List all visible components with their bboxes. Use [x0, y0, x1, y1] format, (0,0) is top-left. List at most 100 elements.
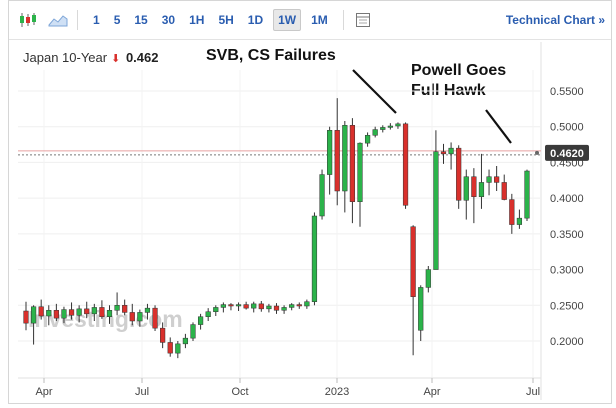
candle-body	[228, 304, 234, 307]
candle-body	[387, 125, 393, 128]
candle-body	[175, 343, 181, 354]
candle-body	[114, 305, 120, 311]
candle-down	[349, 118, 356, 224]
candle-body	[425, 269, 431, 288]
candle-up	[220, 302, 226, 313]
candle-up	[327, 126, 333, 195]
candle-body	[182, 337, 189, 345]
candle-up	[486, 169, 492, 196]
candle-body	[478, 182, 485, 197]
candle-body	[334, 130, 340, 192]
candle-down	[243, 301, 249, 310]
candle-body	[273, 305, 280, 311]
candle-body	[258, 303, 264, 310]
candle-body	[91, 307, 97, 315]
candle-down	[152, 305, 158, 331]
candle-body	[30, 306, 37, 324]
candle-body	[433, 151, 439, 270]
candle-body	[486, 176, 492, 183]
candle-body	[418, 287, 424, 331]
x-tick-label: Jul	[135, 386, 149, 398]
candle-down	[258, 301, 264, 312]
candle-body	[205, 311, 211, 317]
candle-body	[137, 312, 143, 322]
y-tick-label: 0.2500	[550, 300, 584, 312]
candle-body	[395, 123, 401, 127]
candle-body	[440, 151, 447, 155]
candle-body	[106, 310, 113, 317]
candle-body	[122, 305, 128, 313]
candle-down	[228, 303, 234, 311]
y-tick-label: 0.3000	[550, 265, 584, 277]
candle-body	[516, 217, 523, 225]
candle-body	[463, 176, 469, 201]
candle-body	[319, 174, 325, 217]
candle-body	[213, 307, 219, 312]
candle-up	[364, 132, 371, 147]
candle-up	[342, 121, 348, 213]
x-tick-label: Jul	[526, 386, 540, 398]
candle-down	[501, 174, 507, 201]
y-tick-label: 0.5000	[550, 122, 584, 134]
candle-body	[281, 307, 287, 311]
candle-up	[516, 209, 523, 229]
candle-up	[372, 126, 378, 138]
candle-up	[425, 266, 431, 293]
candle-body	[167, 342, 173, 354]
candle-body	[152, 307, 158, 329]
candle-body	[296, 304, 302, 307]
candle-down	[471, 168, 477, 224]
x-tick-label: Apr	[423, 386, 440, 398]
candle-up	[463, 169, 469, 220]
candle-down	[410, 225, 416, 356]
candle-body	[53, 310, 59, 319]
candle-up	[175, 341, 181, 359]
candle-up	[289, 303, 295, 311]
candle-body	[524, 170, 530, 219]
candle-body	[349, 125, 356, 202]
candle-body	[289, 304, 295, 308]
price-chart: Investing.com 0.55000.50000.45000.40000.…	[18, 42, 589, 400]
candle-up	[311, 212, 318, 306]
candle-down	[456, 145, 462, 209]
y-tick-label: 0.4000	[550, 193, 584, 205]
candle-up	[281, 305, 287, 314]
x-tick-label: Oct	[231, 386, 248, 398]
candle-down	[99, 300, 105, 319]
candle-body	[251, 303, 257, 309]
candle-body	[471, 176, 477, 197]
candle-up	[190, 322, 196, 341]
candle-body	[197, 316, 204, 325]
candle-body	[448, 147, 454, 155]
candle-up	[304, 299, 310, 309]
candle-down	[167, 337, 173, 357]
candle-down	[296, 302, 302, 309]
candle-body	[61, 309, 67, 319]
candle-body	[357, 142, 363, 202]
investing-watermark: Investing.com	[28, 306, 183, 332]
candle-body	[99, 307, 105, 317]
candle-up	[524, 169, 530, 221]
price-tag-label: 0.4620	[550, 148, 584, 160]
candle-body	[266, 305, 272, 310]
candle-down	[509, 193, 515, 234]
x-tick-label: Apr	[35, 386, 52, 398]
candle-up	[448, 142, 454, 170]
candle-up	[418, 285, 424, 341]
candle-body	[380, 127, 386, 130]
y-tick-label: 0.3500	[550, 229, 584, 241]
candle-up	[197, 313, 204, 330]
candle-body	[68, 309, 75, 316]
candle-up	[213, 305, 219, 316]
y-tick-label: 0.2000	[550, 336, 584, 348]
candle-up	[319, 169, 325, 220]
candle-body	[372, 129, 378, 136]
x-tick-label: 2023	[325, 386, 349, 398]
candle-body	[311, 215, 318, 302]
candle-down	[440, 143, 447, 164]
candle-up	[182, 333, 189, 349]
candle-body	[23, 310, 29, 324]
candle-body	[38, 306, 44, 317]
candle-body	[327, 130, 333, 175]
candle-down	[402, 122, 409, 209]
